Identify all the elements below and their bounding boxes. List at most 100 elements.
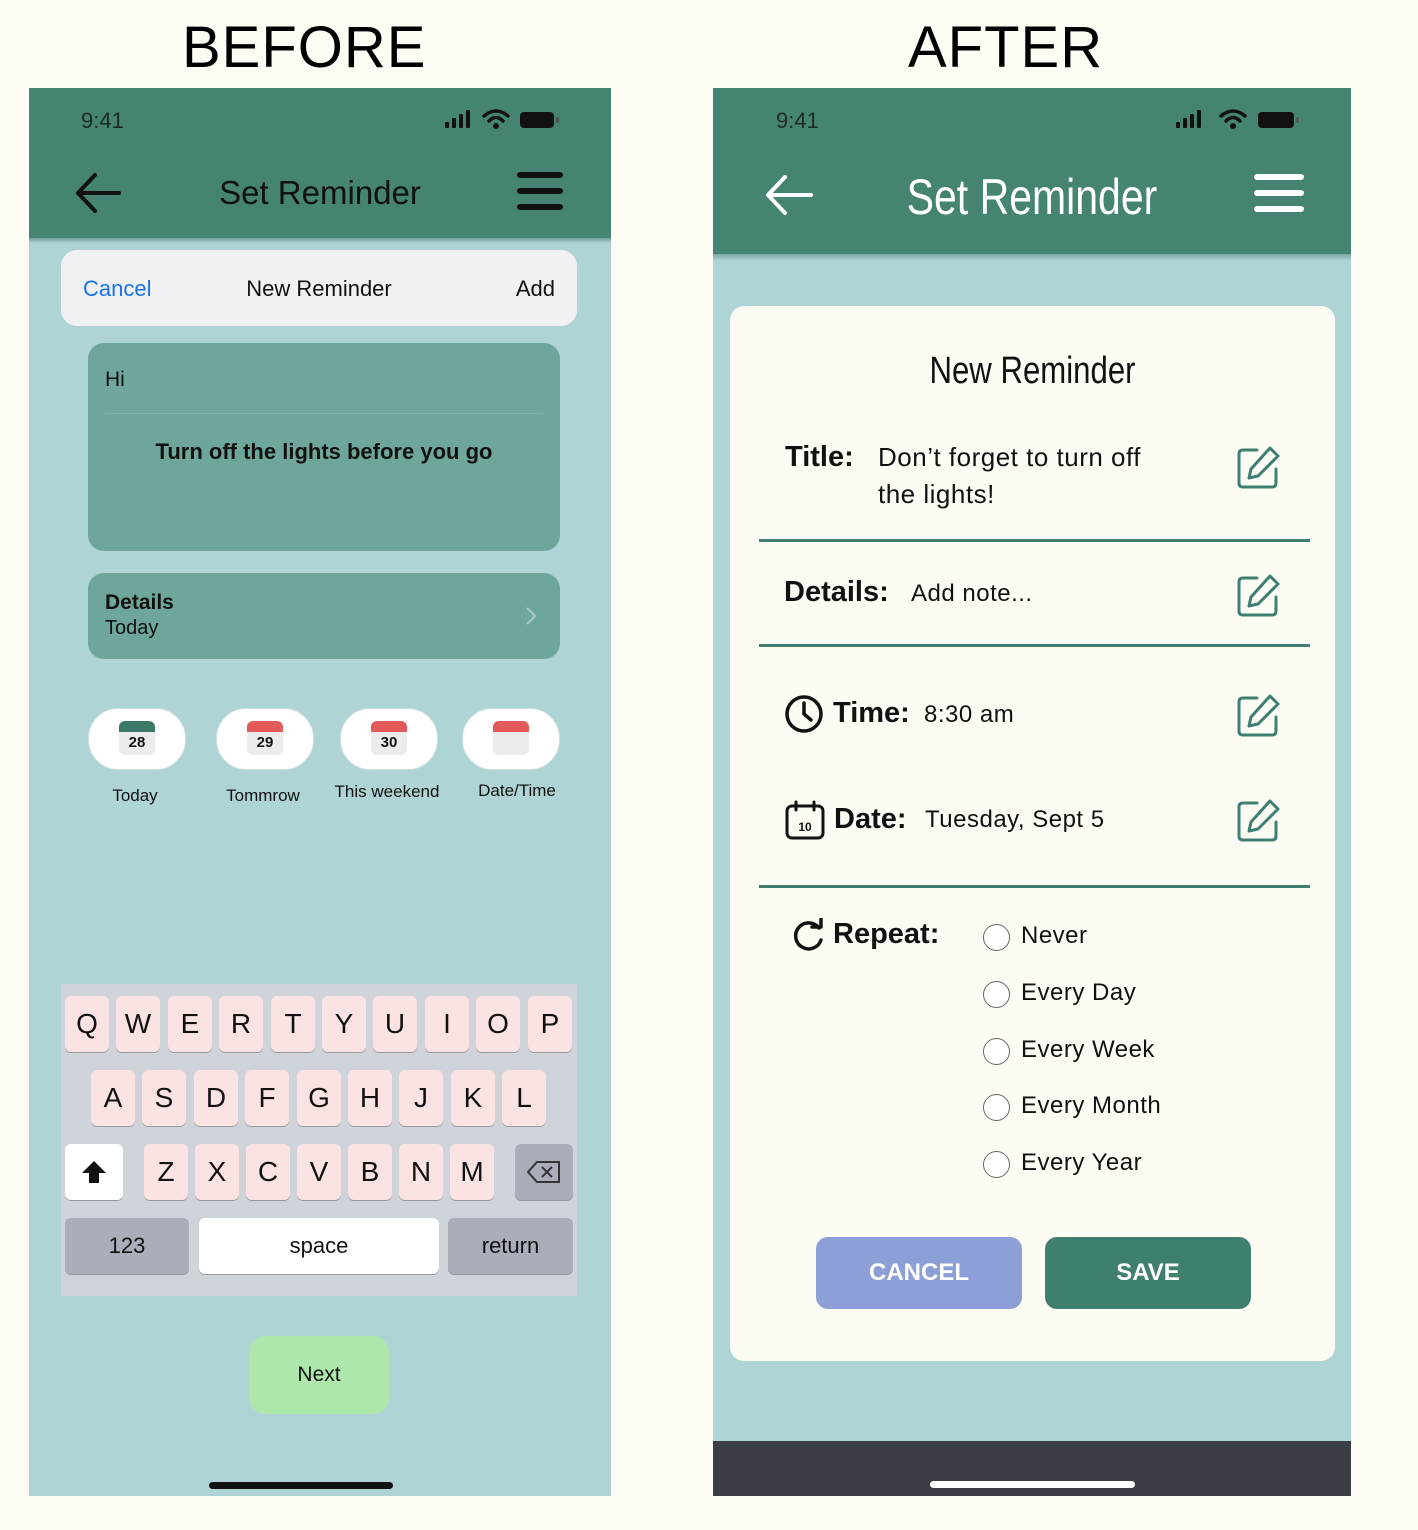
divider	[759, 644, 1310, 647]
add-link[interactable]: Add	[516, 276, 555, 302]
option-every-week: Every Week	[1021, 1036, 1155, 1063]
edit-title-icon[interactable]	[1235, 445, 1281, 491]
key-r[interactable]: R	[219, 996, 263, 1052]
key-y[interactable]: Y	[322, 996, 366, 1052]
chevron-right-icon	[526, 607, 537, 625]
shift-icon	[82, 1161, 106, 1183]
option-never: Never	[1021, 922, 1088, 949]
status-time: 9:41	[81, 108, 124, 133]
radio-every-year[interactable]	[983, 1151, 1010, 1178]
signal-icon	[1176, 110, 1201, 128]
edit-details-icon[interactable]	[1235, 573, 1281, 619]
chip-today[interactable]: 28	[88, 708, 186, 770]
key-o[interactable]: O	[476, 996, 520, 1052]
key-d[interactable]: D	[194, 1070, 238, 1126]
key-p[interactable]: P	[528, 996, 572, 1052]
edit-date-icon[interactable]	[1235, 798, 1281, 844]
details-row[interactable]: Details Today	[88, 573, 560, 659]
date-value: Tuesday, Sept 5	[925, 806, 1105, 833]
home-indicator	[209, 1482, 393, 1489]
key-k[interactable]: K	[451, 1070, 495, 1126]
calendar-icon: 10	[785, 800, 825, 840]
radio-every-day[interactable]	[983, 981, 1010, 1008]
reminder-card: New Reminder Title: Don’t forget to turn…	[730, 306, 1335, 1361]
note-body: Turn off the lights before you go	[155, 439, 493, 464]
option-every-month: Every Month	[1021, 1092, 1162, 1119]
before-phone: 9:41 Set Reminder Cancel New Reminder Ad…	[29, 88, 611, 1496]
menu-icon[interactable]	[1254, 174, 1304, 222]
page-title: Set Reminder	[906, 169, 1158, 225]
key-l[interactable]: L	[502, 1070, 546, 1126]
key-q[interactable]: Q	[65, 996, 109, 1052]
battery-icon	[1258, 112, 1299, 128]
option-every-day: Every Day	[1021, 979, 1137, 1006]
title-value-line2: the lights!	[878, 479, 995, 509]
numbers-key[interactable]: 123	[65, 1218, 189, 1274]
divider	[759, 885, 1310, 888]
after-phone: 9:41 Set Reminder New Reminder Title: Do…	[713, 88, 1351, 1496]
chip-date-time[interactable]	[462, 708, 560, 770]
chip-tomorrow[interactable]: 29	[216, 708, 314, 770]
keyboard: Q W E R T Y U I O P A S D F G H J K L Z …	[61, 984, 577, 1296]
chip-label-weekend: This weekend	[334, 782, 440, 801]
key-a[interactable]: A	[91, 1070, 135, 1126]
space-key[interactable]: space	[199, 1218, 439, 1274]
key-x[interactable]: X	[195, 1144, 239, 1200]
time-value: 8:30 am	[924, 701, 1015, 728]
key-b[interactable]: B	[348, 1144, 392, 1200]
radio-never[interactable]	[983, 924, 1010, 951]
wifi-icon	[482, 109, 510, 129]
key-e[interactable]: E	[168, 996, 212, 1052]
menu-icon[interactable]	[517, 172, 563, 220]
key-m[interactable]: M	[450, 1144, 494, 1200]
key-t[interactable]: T	[271, 996, 315, 1052]
backspace-key[interactable]	[515, 1144, 573, 1200]
details-label: Details:	[784, 576, 889, 608]
date-label: Date:	[834, 803, 907, 835]
key-w[interactable]: W	[116, 996, 160, 1052]
clock-icon	[785, 695, 823, 733]
next-button[interactable]: Next	[249, 1336, 389, 1414]
time-label: Time:	[833, 697, 910, 729]
title-label: Title:	[785, 441, 854, 473]
key-c[interactable]: C	[246, 1144, 290, 1200]
cancel-button[interactable]: CANCEL	[816, 1237, 1022, 1309]
radio-every-month[interactable]	[983, 1094, 1010, 1121]
save-button[interactable]: SAVE	[1045, 1237, 1251, 1309]
key-f[interactable]: F	[245, 1070, 289, 1126]
key-n[interactable]: N	[399, 1144, 443, 1200]
key-z[interactable]: Z	[144, 1144, 188, 1200]
calendar-icon: 28	[119, 721, 155, 755]
option-every-year: Every Year	[1021, 1149, 1143, 1176]
shift-key[interactable]	[65, 1144, 123, 1200]
radio-every-week[interactable]	[983, 1038, 1010, 1065]
signal-icon	[445, 110, 470, 128]
details-value[interactable]: Add note...	[911, 580, 1033, 608]
svg-text:10: 10	[798, 820, 812, 834]
chip-label-tomorrow: Tommrow	[226, 786, 300, 805]
note-title: Hi	[105, 368, 125, 391]
details-title: Details	[105, 591, 174, 614]
before-heading: BEFORE	[182, 15, 427, 80]
key-u[interactable]: U	[373, 996, 417, 1052]
calendar-icon: 29	[247, 721, 283, 755]
reminder-top-bar: Cancel New Reminder Add	[61, 250, 577, 326]
edit-time-icon[interactable]	[1235, 693, 1281, 739]
chip-weekend[interactable]: 30	[340, 708, 438, 770]
key-h[interactable]: H	[348, 1070, 392, 1126]
divider	[759, 539, 1310, 542]
key-i[interactable]: I	[425, 996, 469, 1052]
return-key[interactable]: return	[448, 1218, 573, 1274]
key-g[interactable]: G	[297, 1070, 341, 1126]
key-v[interactable]: V	[297, 1144, 341, 1200]
backspace-icon	[526, 1161, 560, 1183]
key-s[interactable]: S	[142, 1070, 186, 1126]
key-j[interactable]: J	[399, 1070, 443, 1126]
details-subtitle: Today	[105, 617, 159, 639]
chip-label-date-time: Date/Time	[478, 781, 556, 800]
chip-label-today: Today	[112, 786, 158, 805]
wifi-icon	[1219, 109, 1247, 129]
after-heading: AFTER	[908, 15, 1104, 80]
home-indicator	[930, 1481, 1135, 1488]
note-card[interactable]: Hi Turn off the lights before you go	[88, 343, 560, 551]
